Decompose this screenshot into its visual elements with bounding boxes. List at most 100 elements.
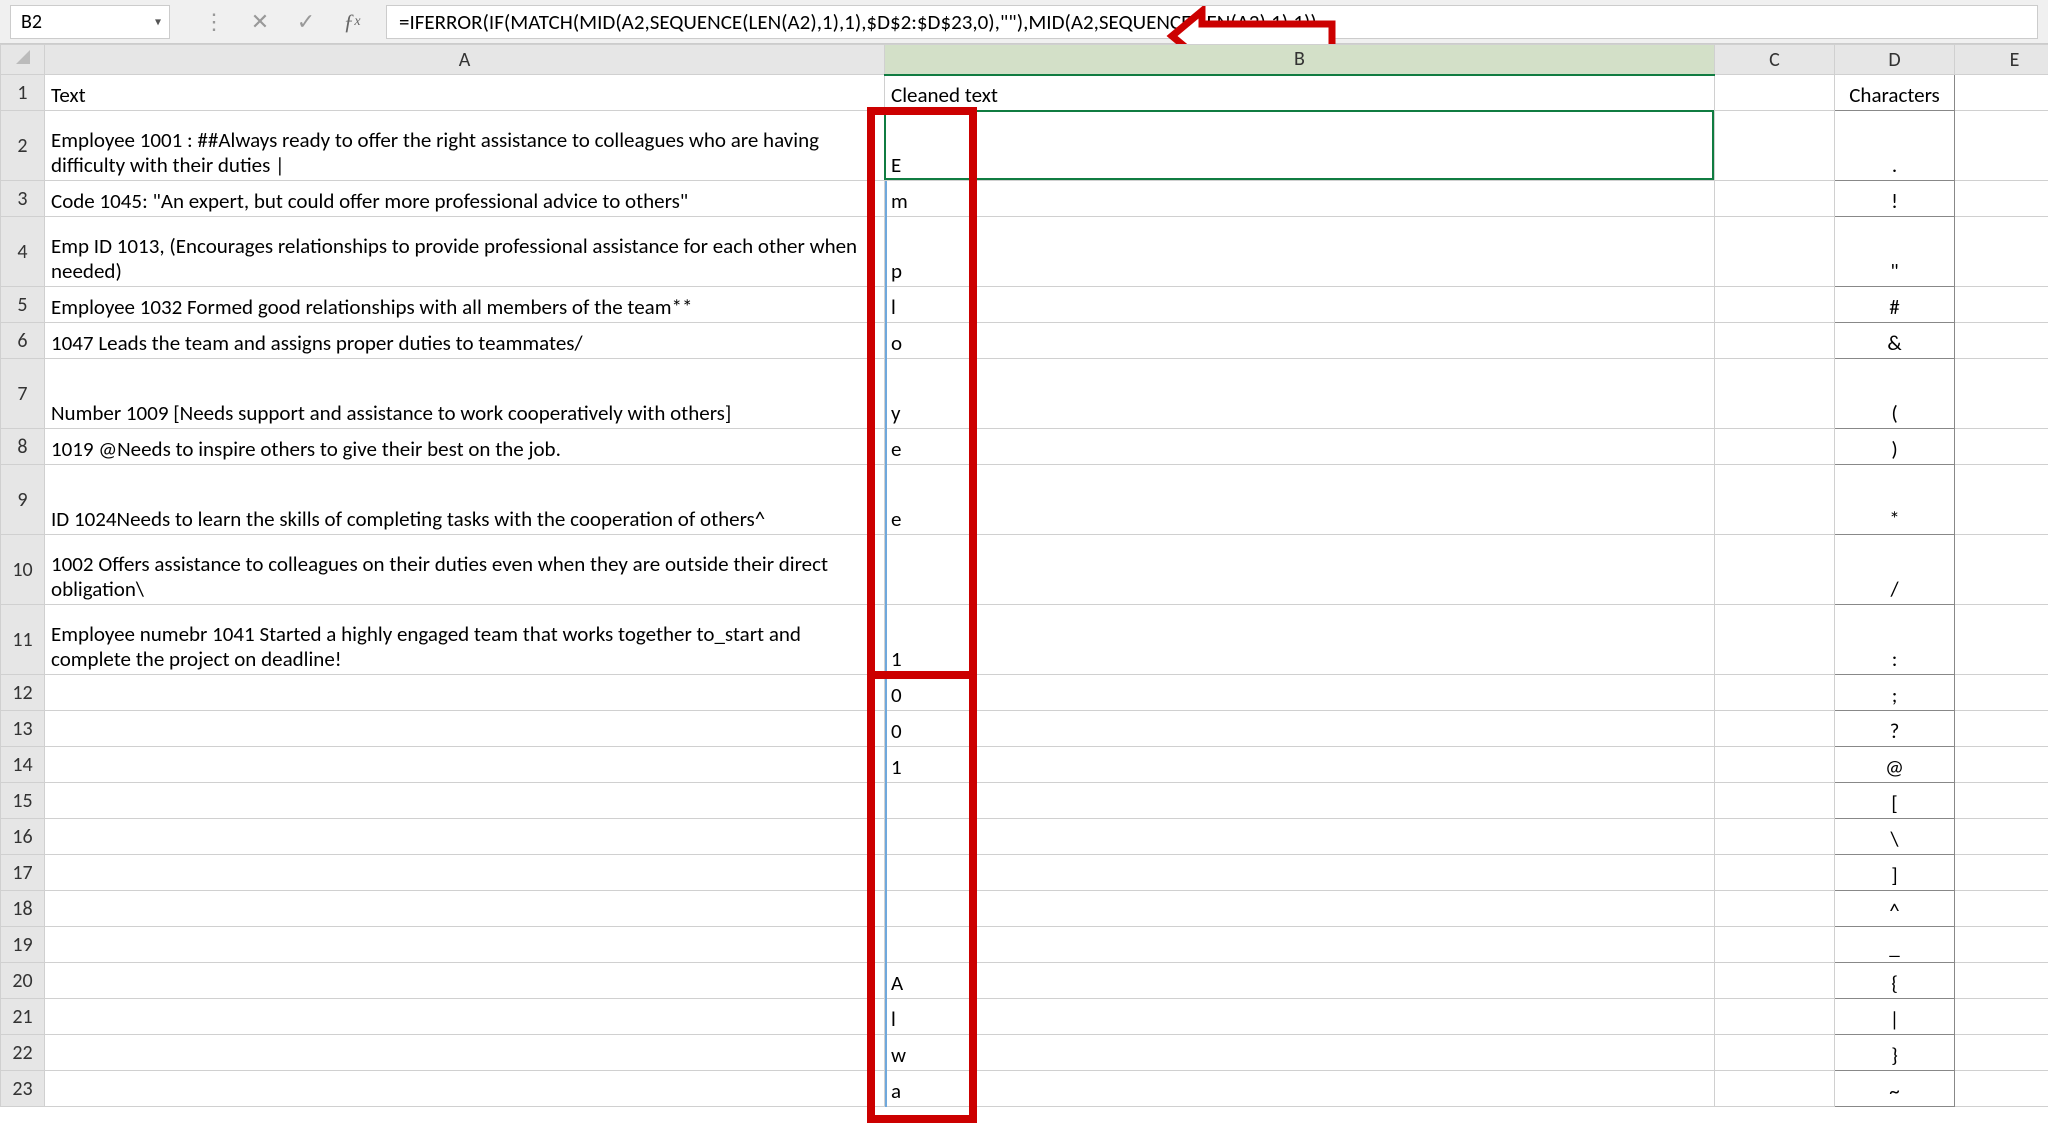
cell-B9[interactable]: e	[885, 465, 1715, 535]
cell-D4[interactable]: "	[1835, 217, 1955, 287]
row-header[interactable]: 23	[1, 1071, 45, 1107]
row-header[interactable]: 9	[1, 465, 45, 535]
row-header[interactable]: 14	[1, 747, 45, 783]
cell-D22[interactable]: }	[1835, 1035, 1955, 1071]
cell-A17[interactable]	[45, 855, 885, 891]
fx-icon[interactable]: ƒx	[338, 8, 366, 36]
cell-E14[interactable]	[1955, 747, 2048, 783]
cell-D3[interactable]: !	[1835, 181, 1955, 217]
cell-E12[interactable]	[1955, 675, 2048, 711]
row-header[interactable]: 22	[1, 1035, 45, 1071]
cell-D5[interactable]: #	[1835, 287, 1955, 323]
cell-D12[interactable]: ;	[1835, 675, 1955, 711]
cell-B17[interactable]	[885, 855, 1715, 891]
cell-E19[interactable]	[1955, 927, 2048, 963]
cell-D9[interactable]: *	[1835, 465, 1955, 535]
cell-C3[interactable]	[1715, 181, 1835, 217]
cell-E17[interactable]	[1955, 855, 2048, 891]
cell-A14[interactable]	[45, 747, 885, 783]
cell-E10[interactable]	[1955, 535, 2048, 605]
cell-A11[interactable]: Employee numebr 1041 Started a highly en…	[45, 605, 885, 675]
col-header-A[interactable]: A	[45, 45, 885, 75]
cell-E11[interactable]	[1955, 605, 2048, 675]
cell-B1[interactable]: Cleaned text	[885, 75, 1715, 111]
cell-C4[interactable]	[1715, 217, 1835, 287]
cell-D17[interactable]: ]	[1835, 855, 1955, 891]
cell-C7[interactable]	[1715, 359, 1835, 429]
cell-A12[interactable]	[45, 675, 885, 711]
cell-C2[interactable]	[1715, 111, 1835, 181]
row-header[interactable]: 20	[1, 963, 45, 999]
select-all-corner[interactable]	[1, 45, 45, 75]
cell-A23[interactable]	[45, 1071, 885, 1107]
cell-C20[interactable]	[1715, 963, 1835, 999]
cell-E6[interactable]	[1955, 323, 2048, 359]
cell-A9[interactable]: ID 1024Needs to learn the skills of comp…	[45, 465, 885, 535]
cell-A3[interactable]: Code 1045: "An expert, but could offer m…	[45, 181, 885, 217]
cell-C9[interactable]	[1715, 465, 1835, 535]
worksheet[interactable]: A B C D E 1 Text Cleaned text Characters…	[0, 44, 2048, 1107]
cell-B4[interactable]: p	[885, 217, 1715, 287]
cell-E7[interactable]	[1955, 359, 2048, 429]
cell-B23[interactable]: a	[885, 1071, 1715, 1107]
cell-C19[interactable]	[1715, 927, 1835, 963]
cell-B12[interactable]: 0	[885, 675, 1715, 711]
row-header[interactable]: 21	[1, 999, 45, 1035]
cell-A21[interactable]	[45, 999, 885, 1035]
cell-D15[interactable]: [	[1835, 783, 1955, 819]
cell-E20[interactable]	[1955, 963, 2048, 999]
cell-B15[interactable]	[885, 783, 1715, 819]
row-header[interactable]: 1	[1, 75, 45, 111]
cell-A13[interactable]	[45, 711, 885, 747]
cell-A1[interactable]: Text	[45, 75, 885, 111]
cell-E23[interactable]	[1955, 1071, 2048, 1107]
cell-B5[interactable]: l	[885, 287, 1715, 323]
row-header[interactable]: 15	[1, 783, 45, 819]
cell-E22[interactable]	[1955, 1035, 2048, 1071]
cell-D11[interactable]: :	[1835, 605, 1955, 675]
cell-C14[interactable]	[1715, 747, 1835, 783]
enter-icon[interactable]: ✓	[292, 8, 320, 36]
cell-B18[interactable]	[885, 891, 1715, 927]
cell-D2[interactable]: .	[1835, 111, 1955, 181]
cell-D16[interactable]: \	[1835, 819, 1955, 855]
cell-E16[interactable]	[1955, 819, 2048, 855]
cell-A19[interactable]	[45, 927, 885, 963]
cancel-icon[interactable]: ✕	[246, 8, 274, 36]
cell-B7[interactable]: y	[885, 359, 1715, 429]
cell-E4[interactable]	[1955, 217, 2048, 287]
cell-E15[interactable]	[1955, 783, 2048, 819]
cell-C10[interactable]	[1715, 535, 1835, 605]
cell-B21[interactable]: l	[885, 999, 1715, 1035]
cell-B3[interactable]: m	[885, 181, 1715, 217]
cell-D6[interactable]: &	[1835, 323, 1955, 359]
name-box-dropdown-icon[interactable]: ▾	[155, 14, 161, 29]
cell-A6[interactable]: 1047 Leads the team and assigns proper d…	[45, 323, 885, 359]
cell-D8[interactable]: )	[1835, 429, 1955, 465]
cell-B13[interactable]: 0	[885, 711, 1715, 747]
cell-E9[interactable]	[1955, 465, 2048, 535]
cell-C6[interactable]	[1715, 323, 1835, 359]
cell-D21[interactable]: |	[1835, 999, 1955, 1035]
cell-E13[interactable]	[1955, 711, 2048, 747]
cell-B8[interactable]: e	[885, 429, 1715, 465]
cell-A16[interactable]	[45, 819, 885, 855]
cell-A18[interactable]	[45, 891, 885, 927]
row-header[interactable]: 2	[1, 111, 45, 181]
cell-C11[interactable]	[1715, 605, 1835, 675]
col-header-D[interactable]: D	[1835, 45, 1955, 75]
cell-A10[interactable]: 1002 Offers assistance to colleagues on …	[45, 535, 885, 605]
cell-A8[interactable]: 1019 @Needs to inspire others to give th…	[45, 429, 885, 465]
row-header[interactable]: 19	[1, 927, 45, 963]
row-header[interactable]: 3	[1, 181, 45, 217]
cell-B19[interactable]	[885, 927, 1715, 963]
formula-input[interactable]: =IFERROR(IF(MATCH(MID(A2,SEQUENCE(LEN(A2…	[386, 5, 2038, 39]
row-header[interactable]: 16	[1, 819, 45, 855]
cell-B2[interactable]: E	[885, 111, 1715, 181]
cell-E2[interactable]	[1955, 111, 2048, 181]
cell-B6[interactable]: o	[885, 323, 1715, 359]
row-header[interactable]: 6	[1, 323, 45, 359]
cell-D20[interactable]: {	[1835, 963, 1955, 999]
cell-D10[interactable]: /	[1835, 535, 1955, 605]
cell-E1[interactable]	[1955, 75, 2048, 111]
